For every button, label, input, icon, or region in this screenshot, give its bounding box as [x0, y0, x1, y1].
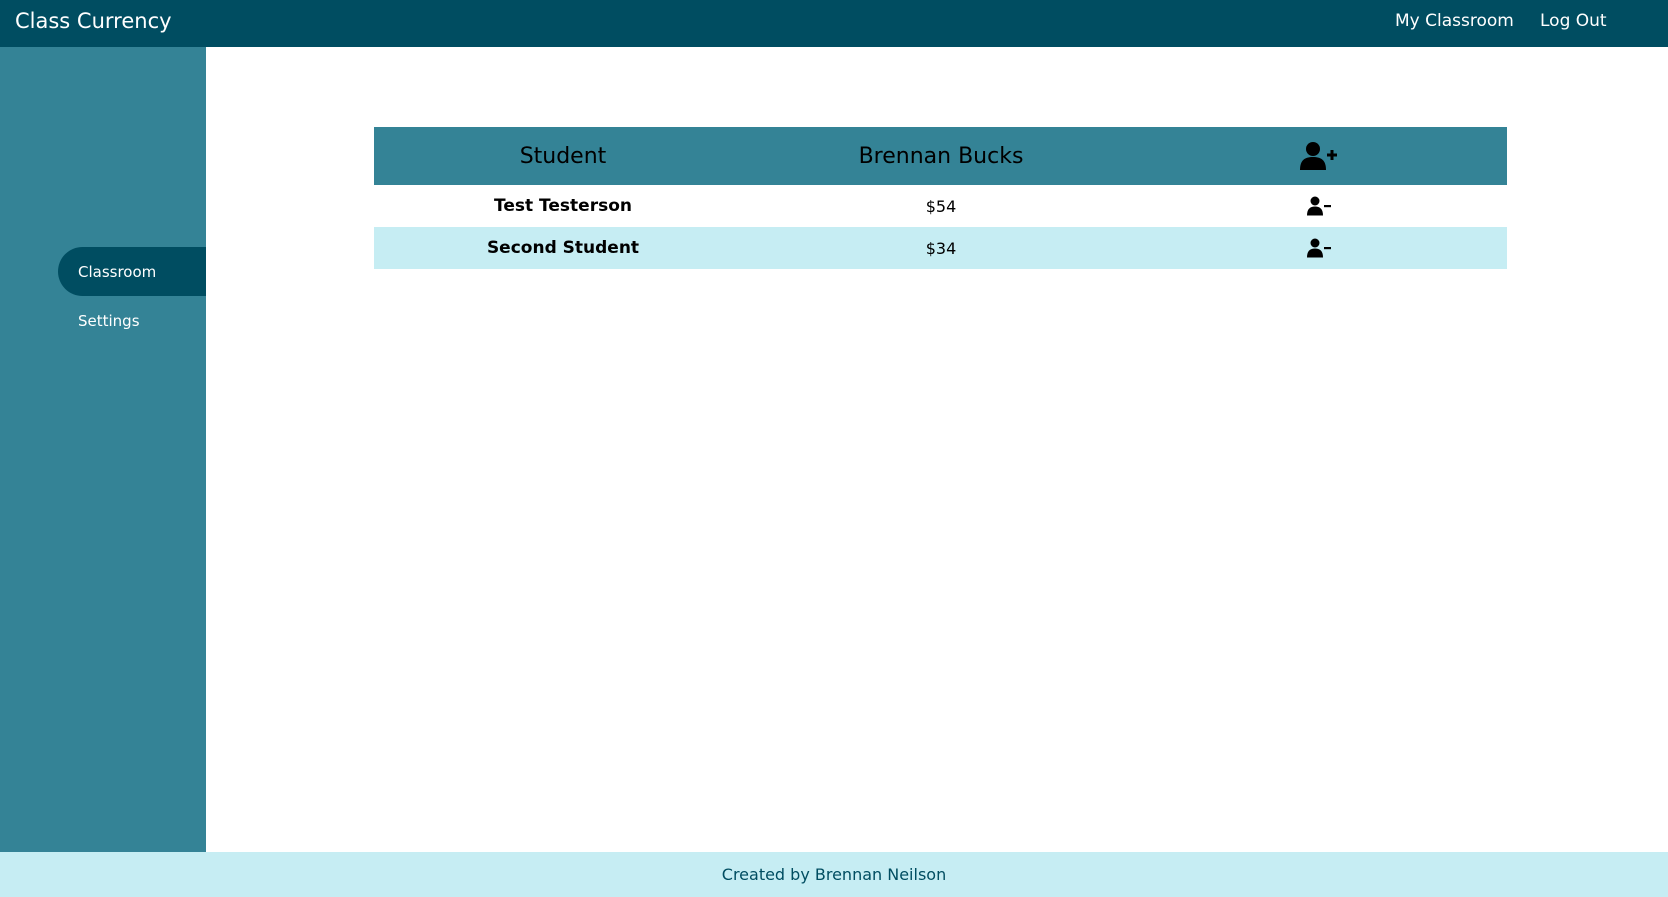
nav-my-classroom[interactable]: My Classroom — [1395, 11, 1514, 31]
brand-link[interactable]: Class Currency — [15, 9, 172, 33]
student-bucks: $54 — [925, 196, 957, 216]
remove-cell — [1130, 227, 1507, 269]
column-header-bucks: Brennan Bucks — [752, 127, 1130, 185]
student-bucks: $34 — [752, 227, 1130, 269]
table-header-row: Student Brennan Bucks — [374, 127, 1507, 185]
sidebar-item-label: Classroom — [78, 262, 157, 281]
student-name: Second Student — [374, 227, 752, 269]
sidebar-item-classroom[interactable]: Classroom — [58, 247, 206, 296]
footer: Created by Brennan Neilson — [0, 852, 1668, 897]
user-minus-icon[interactable] — [1306, 238, 1331, 258]
user-minus-icon[interactable] — [1306, 196, 1331, 216]
table-row: Test Testerson $54 — [374, 185, 1507, 227]
column-header-student: Student — [374, 127, 752, 185]
student-table: Student Brennan Bucks Test Testerson $54… — [374, 127, 1507, 269]
sidebar: Classroom Settings — [0, 47, 206, 852]
user-plus-icon[interactable] — [1299, 141, 1338, 171]
footer-credit: Created by Brennan Neilson — [721, 865, 947, 884]
remove-cell — [1130, 185, 1507, 227]
sidebar-item-settings[interactable]: Settings — [58, 296, 206, 345]
student-name: Test Testerson — [494, 196, 632, 216]
top-navbar: Class Currency My Classroom Log Out — [0, 0, 1668, 47]
sidebar-item-label: Settings — [78, 311, 140, 330]
nav-log-out[interactable]: Log Out — [1540, 11, 1607, 31]
main-content: Student Brennan Bucks Test Testerson $54… — [206, 47, 1668, 852]
column-header-actions — [1130, 127, 1507, 185]
table-row: Second Student $34 — [374, 227, 1507, 269]
